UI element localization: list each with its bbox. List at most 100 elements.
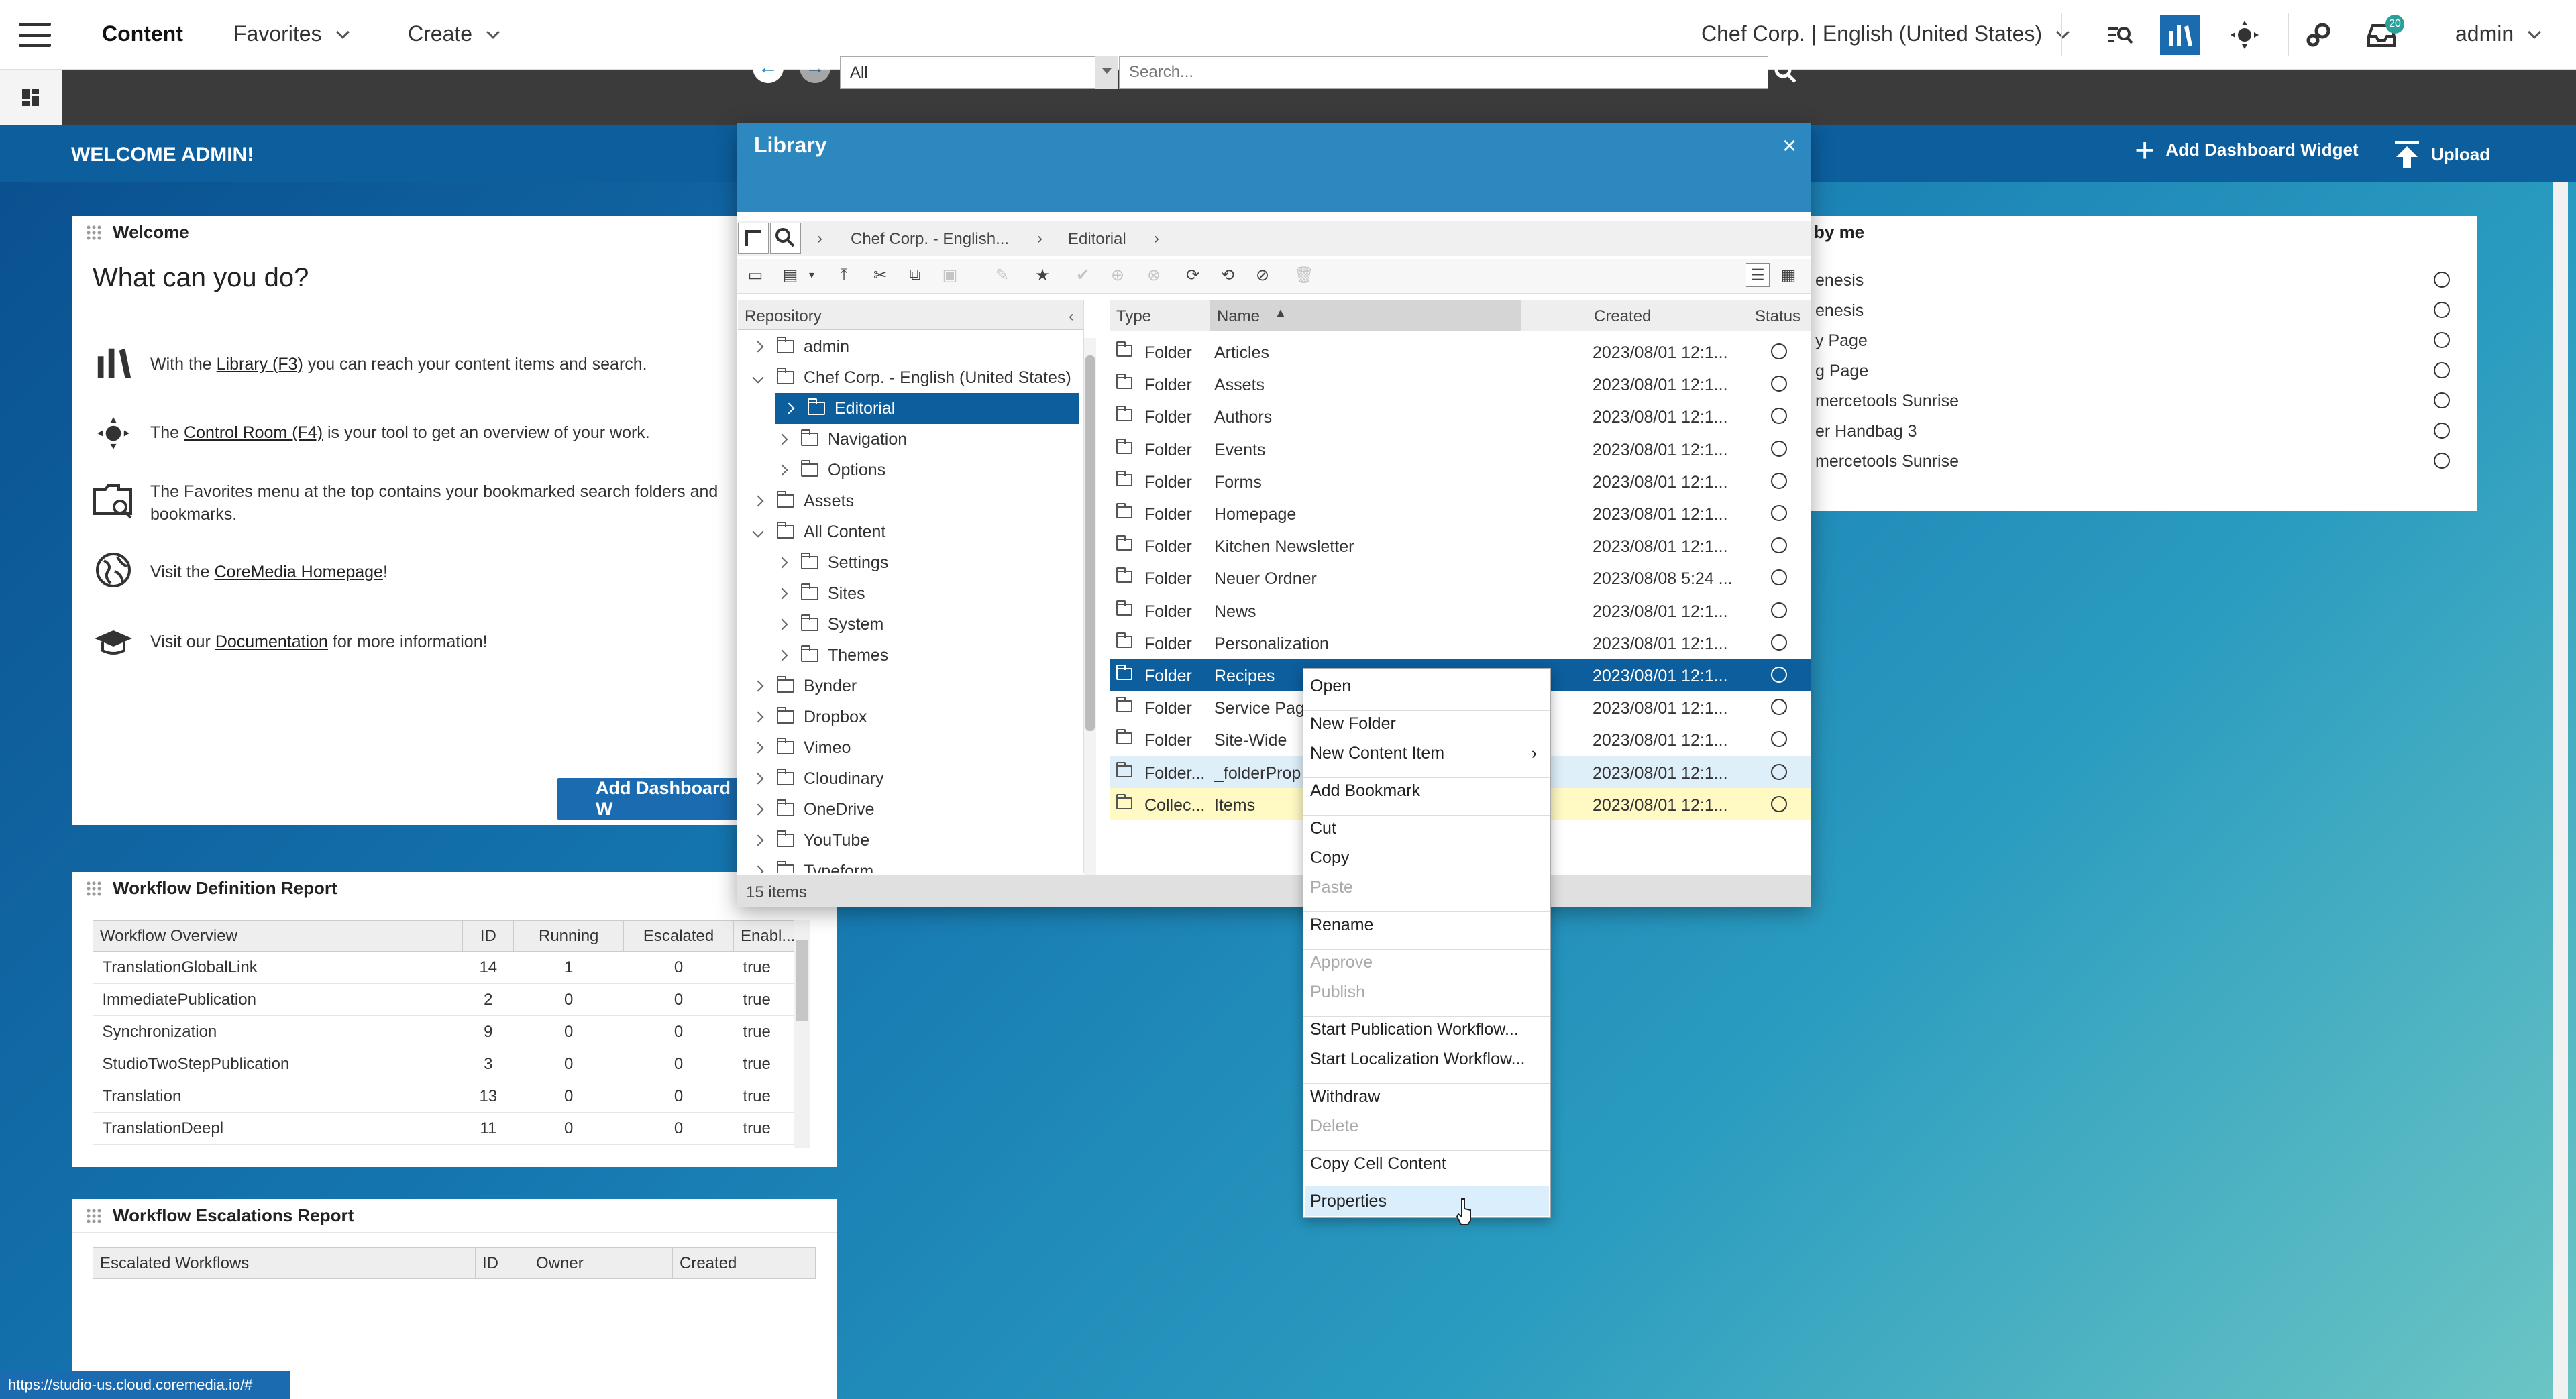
- chevron-down-icon[interactable]: [752, 526, 764, 538]
- menu-item[interactable]: Copy Cell Content: [1310, 1154, 1545, 1174]
- favorites-menu[interactable]: Favorites: [233, 21, 350, 46]
- search-icon[interactable]: [1772, 59, 1799, 86]
- tree-item[interactable]: Bynder: [738, 671, 1083, 702]
- menu-item[interactable]: Start Localization Workflow...: [1310, 1050, 1545, 1069]
- tree-item[interactable]: Typeform: [738, 856, 1083, 873]
- column-header[interactable]: Escalated: [623, 920, 734, 952]
- inbox-icon[interactable]: 20: [2361, 15, 2404, 55]
- back-arrow-icon[interactable]: ←: [753, 52, 784, 83]
- chevron-right-icon[interactable]: [776, 464, 788, 476]
- type-filter-select[interactable]: All: [840, 56, 1118, 89]
- page-scrollbar[interactable]: [2553, 182, 2568, 1399]
- list-item[interactable]: mercetools Sunrise: [1815, 452, 1959, 467]
- chevron-right-icon[interactable]: [752, 834, 764, 846]
- column-header[interactable]: Created: [672, 1247, 816, 1279]
- tree-item[interactable]: Chef Corp. - English (United States): [738, 362, 1083, 393]
- withdraw-workflow-icon[interactable]: ⊘: [1250, 263, 1275, 287]
- thumbnail-view-icon[interactable]: ▦: [1776, 263, 1801, 287]
- chevron-right-icon[interactable]: [752, 773, 764, 785]
- rename-icon[interactable]: ✎: [990, 263, 1014, 287]
- tree-item[interactable]: OneDrive: [738, 794, 1083, 825]
- chevron-down-icon[interactable]: [752, 372, 764, 384]
- column-header[interactable]: Workflow Overview: [93, 920, 464, 952]
- table-row[interactable]: Folder Kitchen Newsletter 2023/08/01 12:1.…: [1110, 529, 1811, 561]
- tree-item[interactable]: Editorial: [775, 393, 1079, 424]
- menu-item[interactable]: New Folder: [1310, 714, 1545, 734]
- column-header-type[interactable]: Type: [1116, 307, 1151, 326]
- chevron-right-icon[interactable]: [752, 711, 764, 723]
- menu-item[interactable]: Copy: [1310, 848, 1545, 868]
- list-item[interactable]: er Handbag 3: [1815, 422, 1917, 441]
- delete-icon[interactable]: 🗑: [1292, 263, 1316, 287]
- column-header[interactable]: Owner: [529, 1247, 673, 1279]
- documentation-link[interactable]: Documentation: [215, 632, 328, 651]
- scrollbar-thumb[interactable]: [796, 940, 808, 1021]
- coremedia-homepage-link[interactable]: CoreMedia Homepage: [214, 563, 383, 581]
- tree-item[interactable]: All Content: [738, 516, 1083, 547]
- chevron-right-icon[interactable]: [752, 341, 764, 353]
- chevron-right-icon[interactable]: [752, 865, 764, 873]
- chevron-right-icon[interactable]: [776, 587, 788, 600]
- menu-item[interactable]: Open: [1310, 677, 1545, 696]
- table-row[interactable]: Folder Forms 2023/08/01 12:1...: [1110, 465, 1811, 497]
- column-header[interactable]: Running: [513, 920, 625, 952]
- table-row[interactable]: StudioTwoStepPublication 3 0 0 true: [93, 1048, 808, 1080]
- localization-workflow-icon[interactable]: ⟲: [1216, 263, 1240, 287]
- tree-item[interactable]: Settings: [738, 547, 1083, 578]
- menu-item[interactable]: Properties: [1310, 1192, 1545, 1211]
- collapse-left-icon[interactable]: ‹: [1069, 307, 1074, 326]
- library-link[interactable]: Library (F3): [217, 355, 303, 374]
- add-dashboard-widget-button[interactable]: Add Dashboard W: [557, 778, 745, 820]
- list-item[interactable]: enesis: [1815, 271, 1864, 290]
- column-header-created[interactable]: Created: [1594, 307, 1651, 326]
- drag-handle-icon[interactable]: [86, 224, 102, 241]
- publish-icon[interactable]: ⊕: [1106, 263, 1130, 287]
- new-folder-icon[interactable]: ▭: [743, 263, 767, 287]
- user-menu[interactable]: admin: [2455, 21, 2542, 46]
- tree-item[interactable]: Dropbox: [738, 702, 1083, 732]
- column-header-status[interactable]: Status: [1755, 307, 1801, 326]
- copy-icon[interactable]: ⧉: [903, 263, 927, 287]
- upload-button[interactable]: Upload: [2394, 139, 2490, 169]
- forward-arrow-icon[interactable]: →: [800, 52, 830, 83]
- menu-item[interactable]: Cut: [1310, 819, 1545, 838]
- table-row[interactable]: Folder Personalization 2023/08/01 12:1...: [1110, 626, 1811, 659]
- chevron-right-icon[interactable]: [776, 649, 788, 661]
- chevron-right-icon[interactable]: [776, 618, 788, 630]
- chevron-right-icon[interactable]: [752, 742, 764, 754]
- menu-item[interactable]: Delete: [1310, 1117, 1545, 1136]
- table-row[interactable]: ImmediatePublication 2 0 0 true: [93, 983, 808, 1016]
- menu-item[interactable]: Paste: [1310, 878, 1545, 897]
- add-dashboard-widget-button[interactable]: + Add Dashboard Widget: [2135, 133, 2359, 168]
- list-item[interactable]: mercetools Sunrise: [1815, 392, 1959, 411]
- tree-item[interactable]: admin: [738, 331, 1083, 362]
- tree-view-toggle-icon[interactable]: [738, 223, 769, 254]
- menu-item[interactable]: Rename: [1310, 915, 1545, 935]
- approve-icon[interactable]: ✔: [1071, 263, 1095, 287]
- breadcrumb-item[interactable]: Chef Corp. - English...: [851, 230, 1009, 249]
- move-up-icon[interactable]: ⤒: [832, 263, 856, 287]
- menu-item[interactable]: Withdraw: [1310, 1087, 1545, 1107]
- menu-item[interactable]: Approve: [1310, 953, 1545, 972]
- scrollbar[interactable]: [794, 920, 810, 1148]
- bookmark-star-icon[interactable]: ★: [1030, 263, 1055, 287]
- chevron-right-icon[interactable]: [783, 402, 795, 414]
- new-content-icon[interactable]: ▤: [778, 263, 802, 287]
- list-item[interactable]: g Page: [1815, 361, 1868, 381]
- drag-handle-icon[interactable]: [86, 1207, 102, 1224]
- search-view-toggle-icon[interactable]: [770, 223, 801, 254]
- chevron-right-icon[interactable]: [752, 495, 764, 507]
- table-row[interactable]: Folder Events 2023/08/01 12:1...: [1110, 433, 1811, 465]
- app-title[interactable]: Content: [102, 21, 183, 46]
- table-row[interactable]: Folder Articles 2023/08/01 12:1...: [1110, 335, 1811, 368]
- menu-item[interactable]: Add Bookmark: [1310, 781, 1545, 801]
- control-room-link[interactable]: Control Room (F4): [184, 423, 323, 442]
- table-row[interactable]: Translation 13 0 0 true: [93, 1080, 808, 1113]
- table-row[interactable]: Synchronization 9 0 0 true: [93, 1015, 808, 1048]
- chevron-right-icon[interactable]: [752, 680, 764, 692]
- table-row[interactable]: Folder Homepage 2023/08/01 12:1...: [1110, 497, 1811, 529]
- library-icon[interactable]: [2160, 15, 2200, 55]
- chevron-down-icon[interactable]: ▾: [800, 263, 824, 287]
- list-view-icon[interactable]: ☰: [1746, 263, 1770, 287]
- column-header[interactable]: ID: [475, 1247, 529, 1279]
